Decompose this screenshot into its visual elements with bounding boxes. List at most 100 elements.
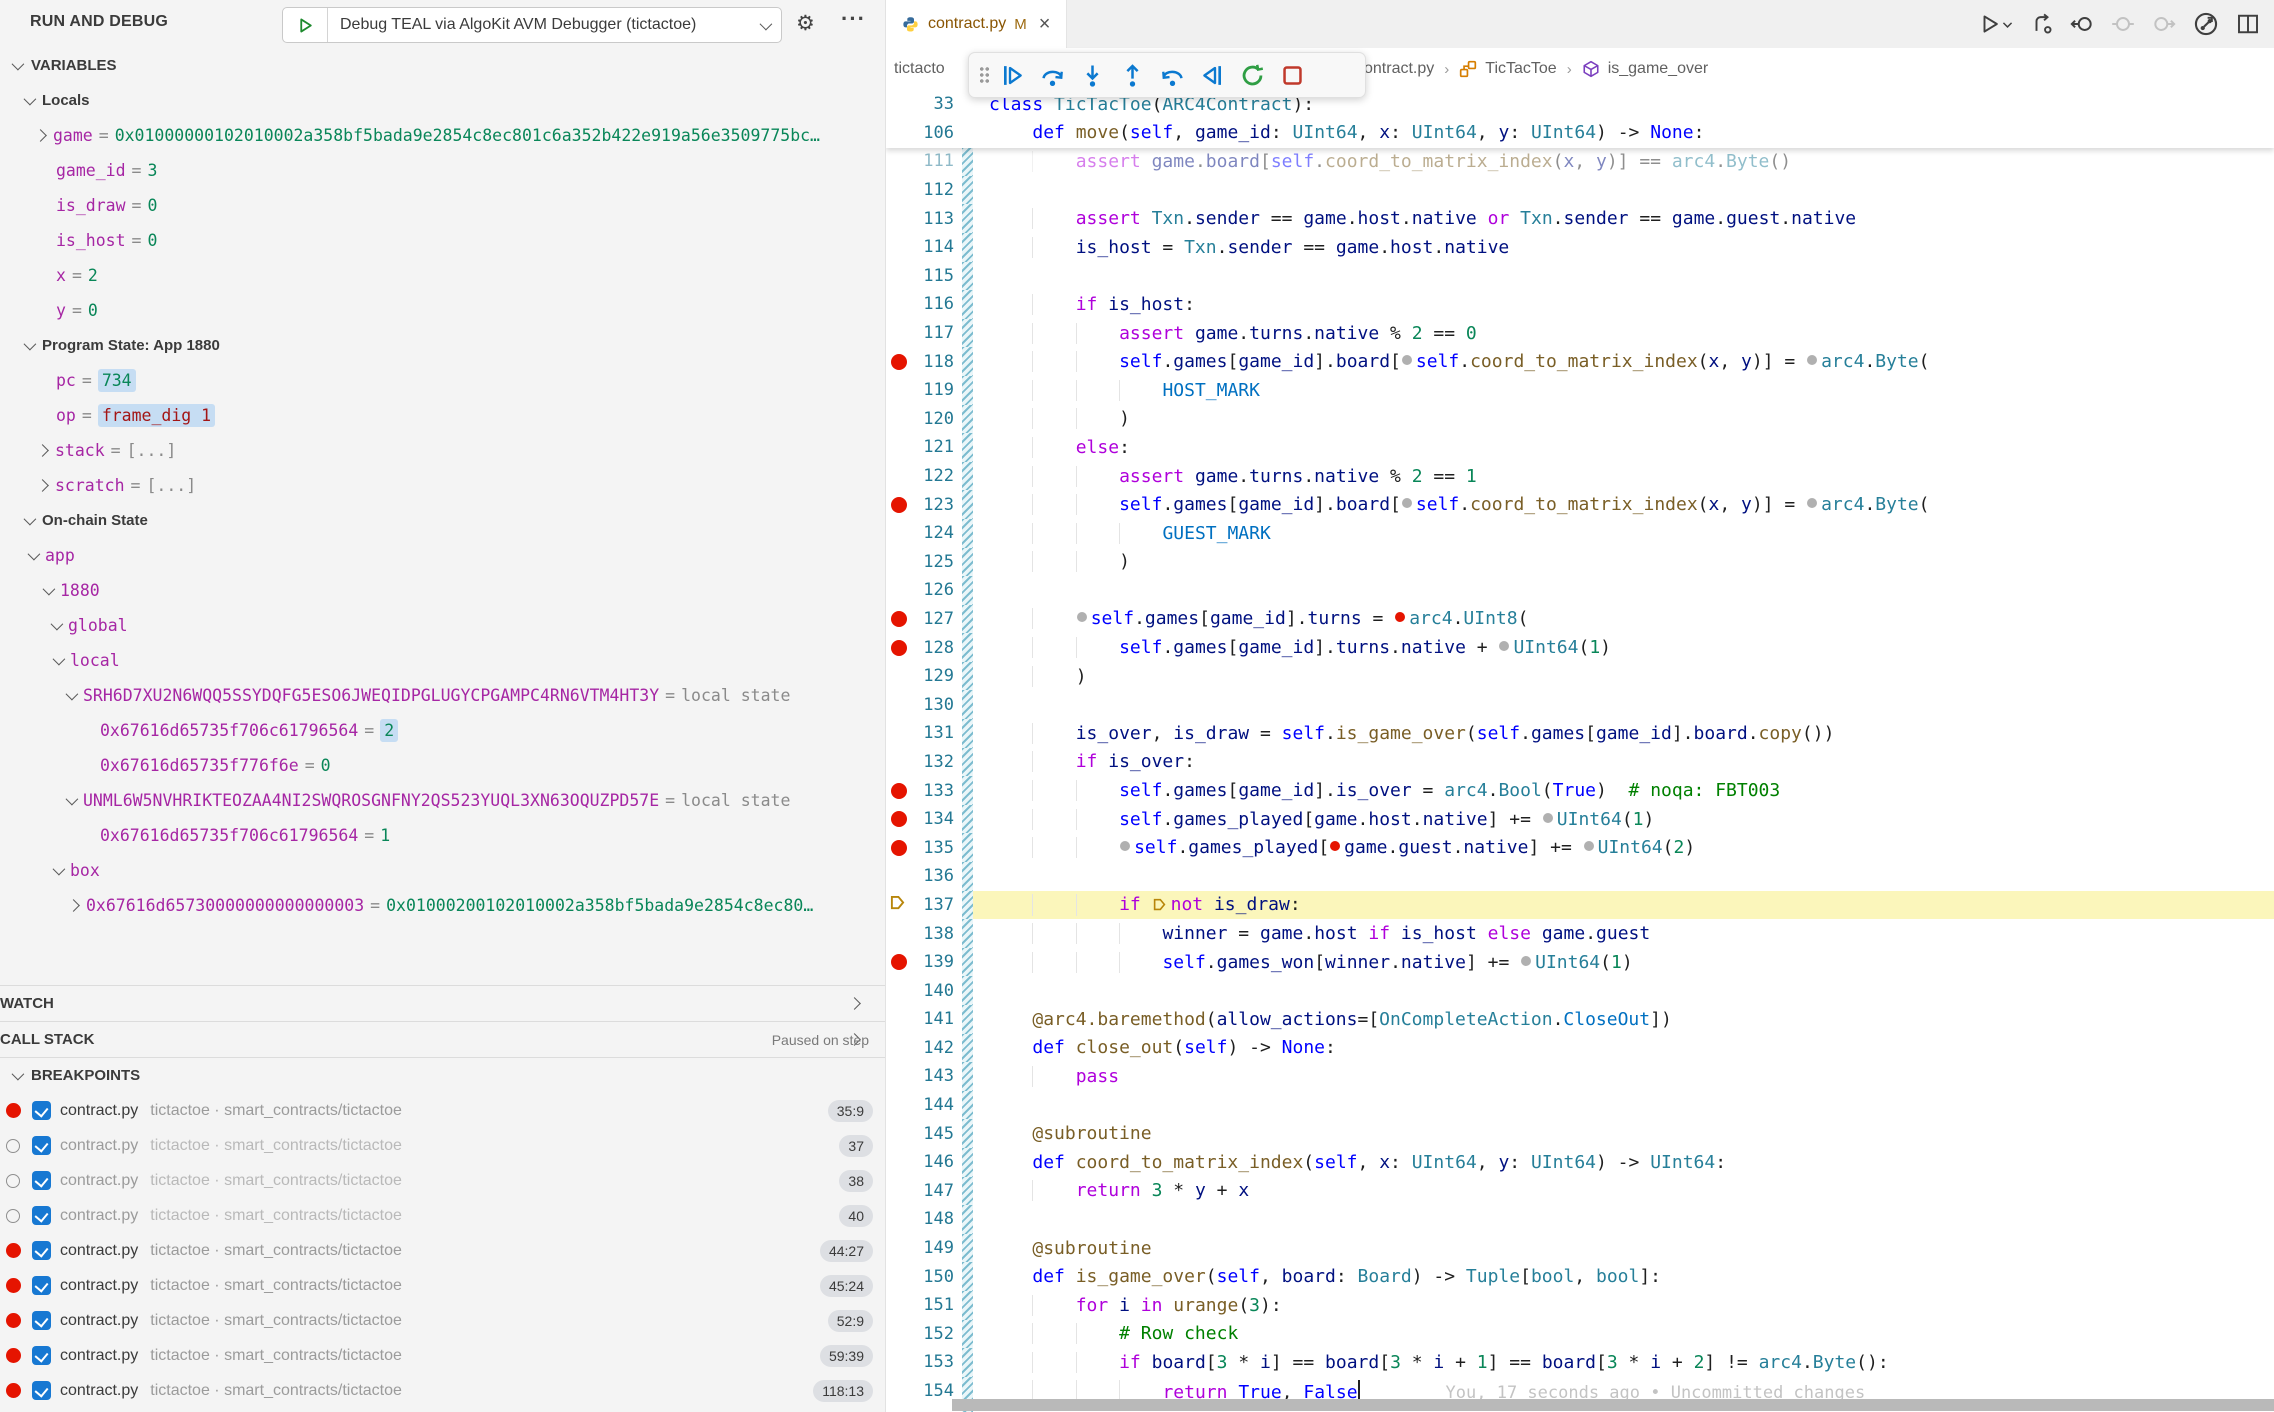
breakpoint-checkbox[interactable] (32, 1241, 51, 1260)
breakpoint-checkbox[interactable] (32, 1136, 51, 1155)
gear-icon[interactable]: ⚙ (796, 9, 815, 39)
split-editor-icon[interactable] (2236, 12, 2260, 36)
inline-breakpoint-icon[interactable] (1807, 498, 1817, 508)
variable-row[interactable]: box (0, 853, 885, 888)
step-over-button[interactable] (1032, 55, 1072, 95)
inline-breakpoint-icon[interactable] (1120, 841, 1130, 851)
variable-row[interactable]: 0x67616d65735f776f6e=0 (0, 748, 885, 783)
variable-row[interactable]: is_draw=0 (0, 188, 885, 223)
breakpoint-gutter-icon[interactable] (886, 840, 912, 856)
variable-row[interactable]: op=frame_dig 1 (0, 398, 885, 433)
step-out-button[interactable] (1112, 55, 1152, 95)
breakpoint-checkbox[interactable] (32, 1206, 51, 1225)
navigate-back-icon[interactable] (2070, 12, 2094, 36)
current-step-gutter-icon[interactable] (886, 895, 912, 915)
token: self (1477, 723, 1520, 744)
breakpoint-gutter-icon[interactable] (886, 497, 912, 513)
tab-contract-py[interactable]: contract.py M × (886, 0, 1067, 48)
breakpoint-checkbox[interactable] (32, 1346, 51, 1365)
stop-button[interactable] (1272, 55, 1312, 95)
variable-row[interactable]: global (0, 608, 885, 643)
step-back-button[interactable] (1152, 55, 1192, 95)
continue-button[interactable] (992, 55, 1032, 95)
breakpoint-row[interactable]: contract.pytictactoe · smart_contracts/t… (0, 1233, 885, 1268)
commit-graph-icon[interactable] (2193, 11, 2219, 37)
variable-row[interactable]: is_host=0 (0, 223, 885, 258)
token: + (1661, 1352, 1694, 1373)
breadcrumb-item-file[interactable]: contract.py (1356, 60, 1434, 78)
start-debug-button[interactable] (283, 8, 328, 42)
breakpoint-row[interactable]: contract.pytictactoe · smart_contracts/t… (0, 1303, 885, 1338)
breadcrumb-item-class[interactable]: TicTacToe (1485, 60, 1556, 78)
inline-breakpoint-icon[interactable] (1499, 641, 1509, 651)
variable-row[interactable]: 0x67616d65735f706c61796564=1 (0, 818, 885, 853)
variable-row[interactable]: UNML6W5NVHRIKTEOZAA4NI2SWQROSGNFNY2QS523… (0, 783, 885, 818)
breakpoint-row[interactable]: contract.pytictactoe · smart_contracts/t… (0, 1163, 885, 1198)
breakpoint-checkbox[interactable] (32, 1101, 51, 1120)
variable-row[interactable]: 1880 (0, 573, 885, 608)
section-header-watch[interactable]: WATCH (0, 985, 885, 1021)
inline-breakpoint-icon[interactable] (1521, 956, 1531, 966)
breakpoint-row[interactable]: contract.pytictactoe · smart_contracts/t… (0, 1198, 885, 1233)
section-header-call-stack[interactable]: CALL STACKPaused on step (0, 1021, 885, 1057)
inline-breakpoint-active-icon[interactable] (1330, 841, 1340, 851)
variable-row[interactable]: 0x67616d65735f706c61796564=2 (0, 713, 885, 748)
variable-row[interactable]: y=0 (0, 293, 885, 328)
inline-breakpoint-icon[interactable] (1402, 498, 1412, 508)
restart-button[interactable] (1232, 55, 1272, 95)
run-file-button[interactable] (1979, 13, 2014, 35)
breakpoint-row[interactable]: contract.pytictactoe · smart_contracts/t… (0, 1373, 885, 1408)
variable-row[interactable]: 0x67616d65730000000000000003=0x010002001… (0, 888, 885, 923)
breakpoint-checkbox[interactable] (32, 1171, 51, 1190)
debug-toolbar[interactable] (968, 52, 1366, 98)
breakpoint-gutter-icon[interactable] (886, 354, 912, 370)
breakpoint-gutter-icon[interactable] (886, 640, 912, 656)
section-header-breakpoints[interactable]: BREAKPOINTS (0, 1057, 885, 1093)
breadcrumb-item-method[interactable]: is_game_over (1608, 60, 1709, 78)
breakpoint-gutter-icon[interactable] (886, 954, 912, 970)
breakpoint-gutter-icon[interactable] (886, 783, 912, 799)
inline-breakpoint-icon[interactable] (1402, 355, 1412, 365)
section-header-variables[interactable]: VARIABLES (0, 48, 885, 83)
breakpoint-gutter-icon[interactable] (886, 811, 912, 827)
code-line: 148 (886, 1205, 2274, 1234)
breakpoint-checkbox[interactable] (32, 1311, 51, 1330)
variable-row[interactable]: x=2 (0, 258, 885, 293)
scope-program-state-app-1880[interactable]: Program State: App 1880 (0, 328, 885, 363)
debug-graph-icon[interactable] (2031, 13, 2053, 35)
launch-config-dropdown[interactable]: Debug TEAL via AlgoKit AVM Debugger (tic… (282, 7, 782, 43)
variable-row[interactable]: app (0, 538, 885, 573)
inline-breakpoint-icon[interactable] (1584, 841, 1594, 851)
breakpoint-checkbox[interactable] (32, 1381, 51, 1400)
variable-row[interactable]: pc=734 (0, 363, 885, 398)
variable-value: 0x01000200102010002a358bf5bada9e2854c8ec… (386, 896, 813, 915)
step-into-button[interactable] (1072, 55, 1112, 95)
variable-row[interactable]: local (0, 643, 885, 678)
variable-row[interactable]: game=0x01000000102010002a358bf5bada9e285… (0, 118, 885, 153)
breakpoint-row[interactable]: contract.pytictactoe · smart_contracts/t… (0, 1128, 885, 1163)
variable-row[interactable]: scratch=[...] (0, 468, 885, 503)
code-editor[interactable]: 111assert game.board[self.coord_to_matri… (886, 90, 2274, 1412)
close-icon[interactable]: × (1039, 13, 1051, 36)
breakpoint-row[interactable]: contract.pytictactoe · smart_contracts/t… (0, 1093, 885, 1128)
variable-row[interactable]: SRH6D7XU2N6WQQ5SSYDQFG5ESO6JWEQIDPGLUGYC… (0, 678, 885, 713)
variable-row[interactable]: game_id=3 (0, 153, 885, 188)
breakpoint-file: contract.py (60, 1382, 138, 1400)
scope-locals[interactable]: Locals (0, 83, 885, 118)
breakpoint-row[interactable]: contract.pytictactoe · smart_contracts/t… (0, 1268, 885, 1303)
variable-row[interactable]: stack=[...] (0, 433, 885, 468)
breakpoint-gutter-icon[interactable] (886, 611, 912, 627)
ellipsis-icon[interactable]: ··· (841, 6, 866, 32)
breakpoint-checkbox[interactable] (32, 1276, 51, 1295)
drag-handle-icon[interactable] (979, 66, 990, 84)
inline-breakpoint-icon[interactable] (1807, 355, 1817, 365)
reverse-continue-button[interactable] (1192, 55, 1232, 95)
inline-breakpoint-icon[interactable] (1543, 813, 1553, 823)
breakpoint-row[interactable]: contract.pytictactoe · smart_contracts/t… (0, 1338, 885, 1373)
horizontal-scrollbar[interactable] (952, 1399, 2274, 1411)
token: Txn (1184, 237, 1217, 258)
scope-on-chain-state[interactable]: On-chain State (0, 503, 885, 538)
breadcrumb-item-folder[interactable]: tictacto (886, 60, 945, 78)
inline-breakpoint-active-icon[interactable] (1395, 612, 1405, 622)
inline-breakpoint-icon[interactable] (1077, 612, 1087, 622)
